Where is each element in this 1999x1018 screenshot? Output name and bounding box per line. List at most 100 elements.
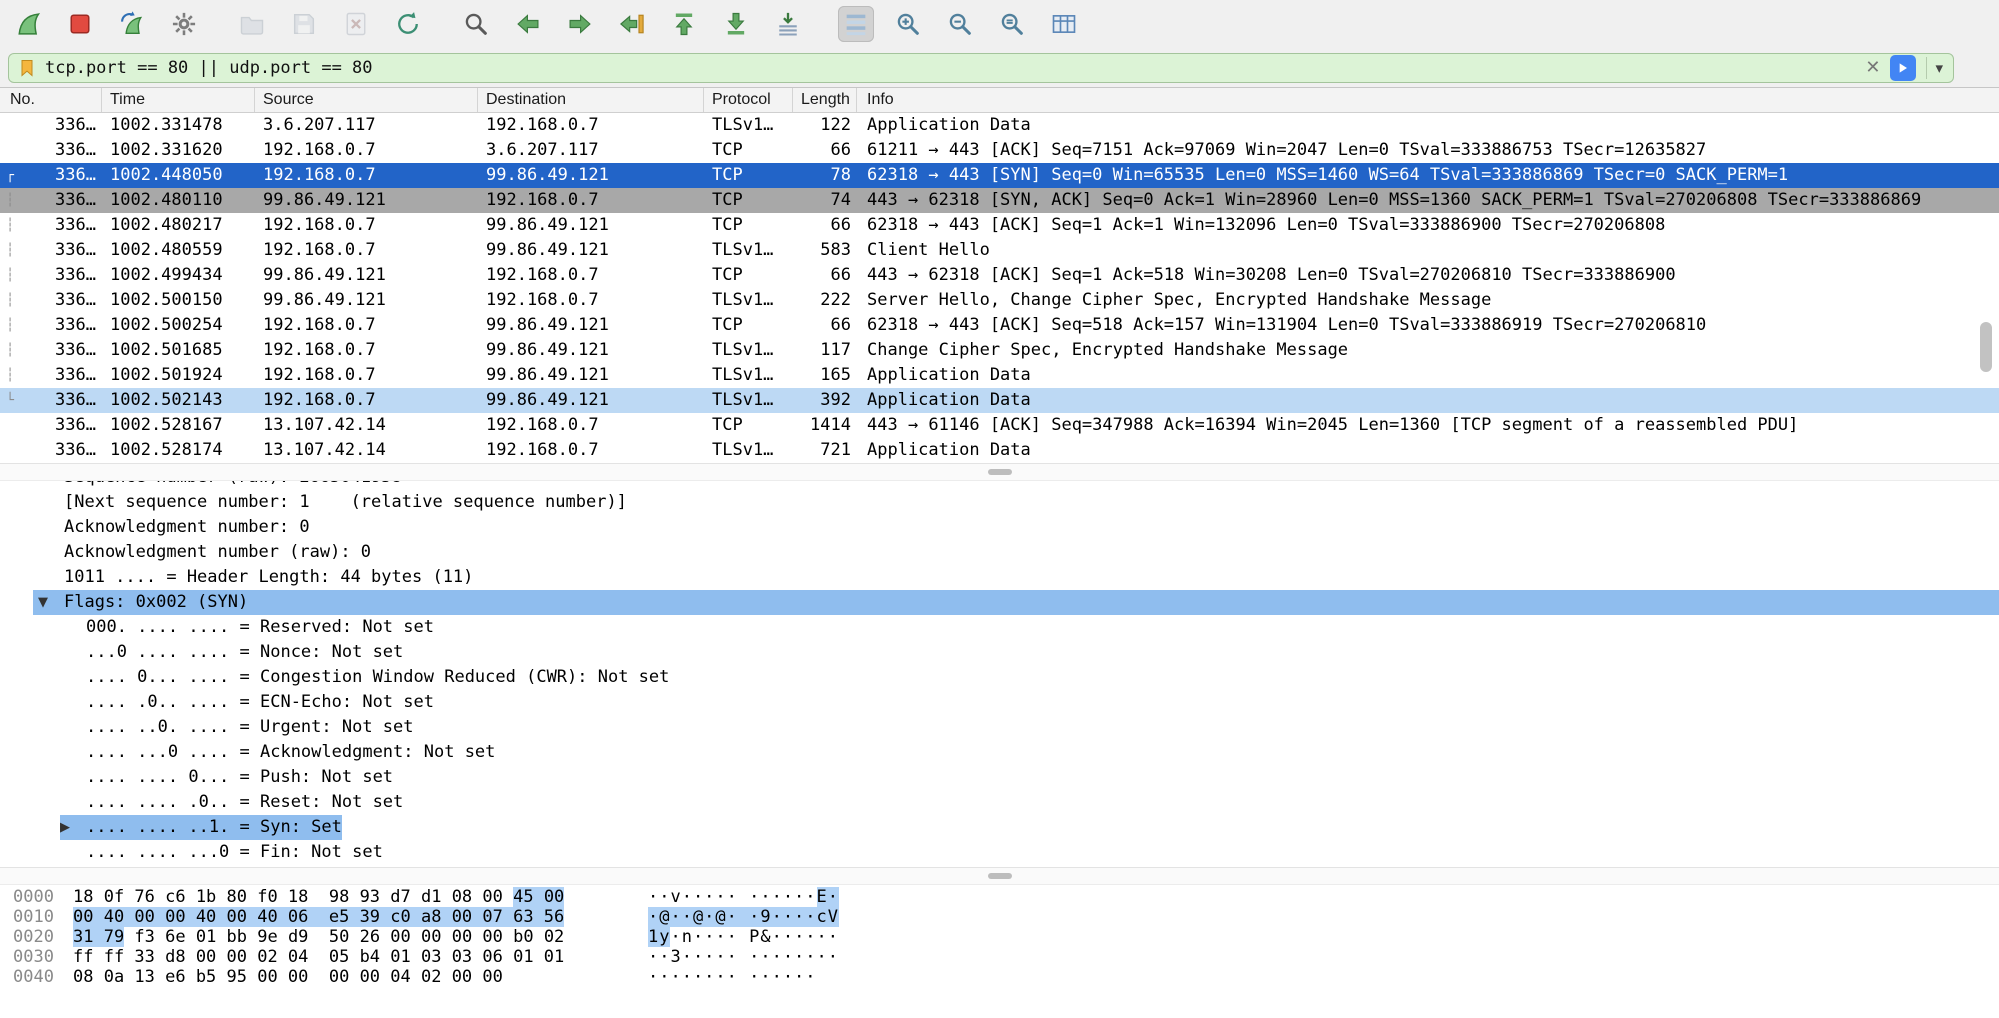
- cell-source: 192.168.0.7: [255, 163, 478, 188]
- cell-destination: 99.86.49.121: [478, 213, 704, 238]
- packet-row[interactable]: ┆336…1002.480559192.168.0.799.86.49.121T…: [0, 238, 1999, 263]
- cell-destination: 99.86.49.121: [478, 388, 704, 413]
- start-capture-button[interactable]: [10, 6, 46, 42]
- cell-destination: 192.168.0.7: [478, 188, 704, 213]
- column-header-time[interactable]: Time: [102, 88, 255, 112]
- collapse-arrow-icon[interactable]: ▼: [38, 590, 64, 615]
- column-header-info[interactable]: Info: [857, 88, 1999, 112]
- go-to-packet-button[interactable]: [614, 6, 650, 42]
- filter-text[interactable]: tcp.port == 80 || udp.port == 80: [45, 58, 1855, 78]
- packet-row[interactable]: ┆336…1002.50015099.86.49.121192.168.0.7T…: [0, 288, 1999, 313]
- go-back-button[interactable]: [510, 6, 546, 42]
- capture-options-button[interactable]: [166, 6, 202, 42]
- detail-line[interactable]: .... ...0 .... = Acknowledgment: Not set: [0, 740, 1999, 765]
- go-to-bottom-button[interactable]: [718, 6, 754, 42]
- detail-line[interactable]: Acknowledgment number (raw): 0: [0, 540, 1999, 565]
- wireshark-window: tcp.port == 80 || udp.port == 80 ✕ ▾ No.…: [0, 0, 1999, 1018]
- filter-clear-icon[interactable]: ✕: [1855, 57, 1890, 78]
- hex-row[interactable]: 002031 79 f3 6e 01 bb 9e d9 50 26 00 00 …: [0, 927, 1999, 947]
- column-header-source[interactable]: Source: [255, 88, 478, 112]
- hex-row[interactable]: 001000 40 00 00 40 00 40 06 e5 39 c0 a8 …: [0, 907, 1999, 927]
- hex-dump-pane: 000018 0f 76 c6 1b 80 f0 18 98 93 d7 d1 …: [0, 885, 1999, 1018]
- detail-line[interactable]: .... 0... .... = Congestion Window Reduc…: [0, 665, 1999, 690]
- pane-splitter-bottom[interactable]: [0, 867, 1999, 885]
- detail-line[interactable]: [Next sequence number: 1 (relative seque…: [0, 490, 1999, 515]
- packet-row[interactable]: ┆336…1002.501685192.168.0.799.86.49.121T…: [0, 338, 1999, 363]
- cell-length: 66: [793, 313, 857, 338]
- cell-no: 336…: [20, 313, 102, 338]
- pane-splitter-top[interactable]: [0, 463, 1999, 481]
- detail-line[interactable]: 1011 .... = Header Length: 44 bytes (11): [0, 565, 1999, 590]
- detail-line[interactable]: .... .... .0.. = Reset: Not set: [0, 790, 1999, 815]
- column-header-protocol[interactable]: Protocol: [704, 88, 793, 112]
- zoom-reset-button[interactable]: [994, 6, 1030, 42]
- packet-row[interactable]: 336…1002.331620192.168.0.73.6.207.117TCP…: [0, 138, 1999, 163]
- packet-row[interactable]: 336…1002.52817413.107.42.14192.168.0.7TL…: [0, 438, 1999, 463]
- packet-row[interactable]: ┆336…1002.48011099.86.49.121192.168.0.7T…: [0, 188, 1999, 213]
- cell-destination: 192.168.0.7: [478, 288, 704, 313]
- cell-destination: 3.6.207.117: [478, 138, 704, 163]
- auto-scroll-button[interactable]: [770, 6, 806, 42]
- detail-line[interactable]: .... .0.. .... = ECN-Echo: Not set: [0, 690, 1999, 715]
- cell-time: 1002.528167: [102, 413, 255, 438]
- packet-row[interactable]: ┆336…1002.49943499.86.49.121192.168.0.7T…: [0, 263, 1999, 288]
- filter-history-chevron-icon[interactable]: ▾: [1935, 59, 1947, 77]
- cell-time: 1002.480217: [102, 213, 255, 238]
- reload-icon: [394, 10, 422, 38]
- detail-line[interactable]: Acknowledgment number: 0: [0, 515, 1999, 540]
- detail-line[interactable]: Sequence number (raw): 2665041958: [0, 481, 1999, 490]
- detail-line[interactable]: 000. .... .... = Reserved: Not set: [0, 615, 1999, 640]
- packet-list-scrollbar[interactable]: [1980, 322, 1992, 372]
- go-forward-button[interactable]: [562, 6, 598, 42]
- zoom-in-button[interactable]: [890, 6, 926, 42]
- column-header-length[interactable]: Length: [793, 88, 857, 112]
- detail-line[interactable]: .... ..0. .... = Urgent: Not set: [0, 715, 1999, 740]
- detail-line[interactable]: ▼Flags: 0x002 (SYN): [0, 590, 1999, 615]
- cell-protocol: TCP: [704, 313, 793, 338]
- hex-row[interactable]: 004008 0a 13 e6 b5 95 00 00 00 00 04 02 …: [0, 967, 1999, 987]
- cell-protocol: TLSv1…: [704, 363, 793, 388]
- detail-line[interactable]: .... .... ...0 = Fin: Not set: [0, 840, 1999, 865]
- expander-spacer: [38, 481, 64, 490]
- column-header-destination[interactable]: Destination: [478, 88, 704, 112]
- cell-time: 1002.480110: [102, 188, 255, 213]
- expander-spacer: [60, 665, 86, 690]
- filter-bookmark-icon[interactable]: [17, 58, 37, 78]
- detail-line[interactable]: .... .... 0... = Push: Not set: [0, 765, 1999, 790]
- display-filter-input[interactable]: tcp.port == 80 || udp.port == 80 ✕ ▾: [8, 53, 1954, 83]
- cell-destination: 192.168.0.7: [478, 438, 704, 463]
- zoom-out-button[interactable]: [942, 6, 978, 42]
- packet-row[interactable]: ┆336…1002.500254192.168.0.799.86.49.121T…: [0, 313, 1999, 338]
- stop-capture-button[interactable]: [62, 6, 98, 42]
- expander-spacer: [60, 790, 86, 815]
- restart-capture-button[interactable]: [114, 6, 150, 42]
- find-packet-button[interactable]: [458, 6, 494, 42]
- related-packet-marker: [0, 438, 20, 463]
- colorize-button[interactable]: [838, 6, 874, 42]
- related-packet-marker: ┆: [0, 313, 20, 338]
- reload-file-button[interactable]: [390, 6, 426, 42]
- packet-row[interactable]: ┌336…1002.448050192.168.0.799.86.49.121T…: [0, 163, 1999, 188]
- detail-line[interactable]: ▶.... .... ..1. = Syn: Set: [0, 815, 1999, 840]
- packet-row[interactable]: 336…1002.3314783.6.207.117192.168.0.7TLS…: [0, 113, 1999, 138]
- packet-row[interactable]: └336…1002.502143192.168.0.799.86.49.121T…: [0, 388, 1999, 413]
- detail-text: 1011 .... = Header Length: 44 bytes (11): [64, 565, 473, 590]
- filter-apply-button[interactable]: [1890, 55, 1916, 81]
- cell-info: 62318 → 443 [ACK] Seq=1 Ack=1 Win=132096…: [857, 213, 1999, 238]
- cell-source: 192.168.0.7: [255, 388, 478, 413]
- detail-line[interactable]: ...0 .... .... = Nonce: Not set: [0, 640, 1999, 665]
- packet-row[interactable]: 336…1002.52816713.107.42.14192.168.0.7TC…: [0, 413, 1999, 438]
- resize-columns-button[interactable]: [1046, 6, 1082, 42]
- packet-row[interactable]: ┆336…1002.501924192.168.0.799.86.49.121T…: [0, 363, 1999, 388]
- hex-row[interactable]: 000018 0f 76 c6 1b 80 f0 18 98 93 d7 d1 …: [0, 887, 1999, 907]
- zoom-in-icon: [894, 10, 922, 38]
- cell-protocol: TCP: [704, 413, 793, 438]
- go-to-top-button[interactable]: [666, 6, 702, 42]
- cell-length: 74: [793, 188, 857, 213]
- packet-row[interactable]: ┆336…1002.480217192.168.0.799.86.49.121T…: [0, 213, 1999, 238]
- detail-text: .... .0.. .... = ECN-Echo: Not set: [86, 690, 434, 715]
- expand-arrow-icon[interactable]: ▶: [60, 815, 86, 840]
- cell-time: 1002.480559: [102, 238, 255, 263]
- column-header-no[interactable]: No.: [0, 88, 102, 112]
- hex-row[interactable]: 0030ff ff 33 d8 00 00 02 04 05 b4 01 03 …: [0, 947, 1999, 967]
